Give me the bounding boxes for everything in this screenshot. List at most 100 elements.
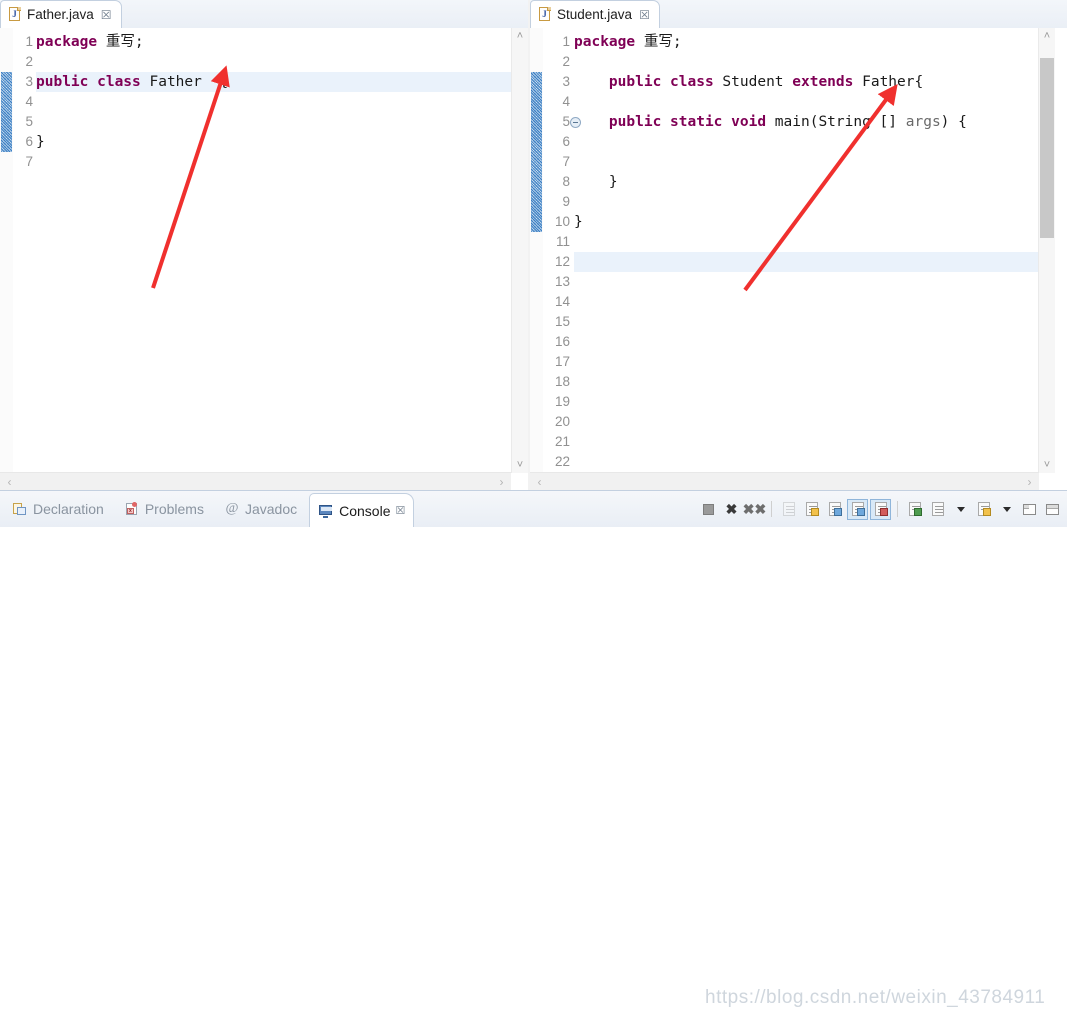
clear-console-button[interactable] bbox=[778, 499, 799, 520]
line-number: 5 bbox=[25, 114, 33, 129]
code-token: ) { bbox=[940, 114, 967, 130]
line-number: 6 bbox=[562, 134, 570, 149]
code-line[interactable]: package 重写; bbox=[574, 32, 1038, 52]
editor-tab-student-java[interactable]: J Student.java ☒ bbox=[530, 0, 660, 28]
code-token: args bbox=[905, 114, 941, 130]
problems-icon: x bbox=[124, 502, 140, 516]
maximize-icon bbox=[1046, 503, 1059, 515]
scroll-right-icon[interactable]: › bbox=[493, 473, 510, 490]
line-number: 4 bbox=[562, 94, 570, 109]
code-token: } bbox=[36, 134, 45, 150]
annotation-ruler-right[interactable] bbox=[530, 28, 544, 490]
code-token: public static void bbox=[608, 114, 767, 130]
code-line[interactable]: public class Student extends Father{ bbox=[574, 72, 1038, 92]
vertical-scrollbar-left[interactable]: ˄ ˅ bbox=[511, 28, 528, 473]
open-console-dropdown[interactable] bbox=[996, 499, 1017, 520]
line-number: 19 bbox=[554, 394, 570, 409]
display-selected-console-button[interactable] bbox=[927, 499, 948, 520]
toolbar-separator bbox=[897, 501, 898, 517]
display-selected-console-dropdown[interactable] bbox=[950, 499, 971, 520]
line-number: 4 bbox=[25, 94, 33, 109]
line-number: 22 bbox=[554, 454, 570, 469]
code-line[interactable]: } bbox=[36, 132, 511, 152]
declaration-icon bbox=[12, 502, 28, 516]
line-number: 2 bbox=[562, 54, 570, 69]
view-tab-declaration[interactable]: Declaration bbox=[4, 494, 112, 524]
annotation-ruler-left[interactable] bbox=[0, 28, 14, 490]
fold-collapse-icon[interactable] bbox=[570, 117, 581, 128]
view-tab-console[interactable]: Console ☒ bbox=[309, 493, 415, 527]
document-pin-icon bbox=[908, 502, 922, 516]
line-number: 15 bbox=[554, 314, 570, 329]
line-number: 2 bbox=[25, 54, 33, 69]
open-console-button[interactable] bbox=[973, 499, 994, 520]
code-line[interactable]: package 重写; bbox=[36, 32, 511, 52]
code-area-left[interactable]: package 重写; public class Father {} bbox=[36, 28, 511, 490]
horizontal-scrollbar-left[interactable]: ‹ › bbox=[0, 472, 511, 490]
code-line[interactable]: } bbox=[574, 212, 1038, 232]
watermark-text: https://blog.csdn.net/weixin_43784911 bbox=[705, 987, 1046, 1008]
editor-tabstrip-right: J Student.java ☒ bbox=[530, 0, 1067, 29]
editor-tab-father-java[interactable]: J Father.java ☒ bbox=[0, 0, 122, 28]
editor-body-right[interactable]: 1 2 3 4 5 6 7 8 9 10 11 12 13 14 15 16 17 18 19 20 21 22 pack… bbox=[530, 28, 1067, 490]
editor-tabstrip-left: J Father.java ☒ bbox=[0, 0, 528, 29]
minimize-button[interactable] bbox=[1019, 499, 1040, 520]
document-error-icon bbox=[874, 502, 888, 516]
close-icon[interactable]: ☒ bbox=[99, 9, 112, 21]
code-line[interactable]: } bbox=[574, 172, 1038, 192]
scroll-up-icon[interactable]: ˄ bbox=[1039, 28, 1055, 44]
view-tab-label: Console bbox=[339, 502, 391, 519]
scroll-left-icon[interactable]: ‹ bbox=[531, 473, 548, 490]
code-token: main(String [] bbox=[766, 114, 906, 130]
line-number: 1 bbox=[562, 34, 570, 49]
view-tab-label: Problems bbox=[144, 501, 204, 517]
line-number-ruler-right: 1 2 3 4 5 6 7 8 9 10 11 12 13 14 15 16 17 18 19 20 21 22 bbox=[543, 28, 570, 490]
scroll-down-icon[interactable]: ˅ bbox=[1039, 457, 1055, 473]
line-number: 7 bbox=[25, 154, 33, 169]
line-number: 5 bbox=[562, 114, 570, 129]
scroll-down-icon[interactable]: ˅ bbox=[512, 457, 528, 473]
remove-all-terminated-button[interactable]: ✖✖ bbox=[743, 499, 766, 520]
document-icon bbox=[782, 502, 795, 516]
scroll-lock-button[interactable] bbox=[801, 499, 822, 520]
code-token: package bbox=[36, 34, 98, 50]
view-tab-javadoc[interactable]: @ Javadoc bbox=[216, 494, 305, 524]
code-line[interactable]: public static void main(String [] args) … bbox=[574, 112, 1038, 132]
code-area-right[interactable]: package 重写; public class Student extends… bbox=[574, 28, 1038, 490]
pin-console-button[interactable] bbox=[904, 499, 925, 520]
annotation-range-marker[interactable] bbox=[531, 72, 542, 232]
show-console-on-error-button[interactable] bbox=[870, 498, 891, 520]
close-icon[interactable]: ☒ bbox=[637, 9, 650, 21]
maximize-button[interactable] bbox=[1042, 499, 1063, 520]
stop-square-icon bbox=[703, 503, 714, 515]
view-tab-label: Declaration bbox=[33, 501, 104, 517]
code-line[interactable]: public class Father { bbox=[36, 72, 511, 92]
scrollbar-thumb[interactable] bbox=[1040, 58, 1054, 238]
remove-launch-button[interactable]: ✖ bbox=[721, 499, 742, 520]
show-console-on-output-button[interactable] bbox=[847, 498, 868, 520]
annotation-range-marker[interactable] bbox=[1, 72, 12, 152]
terminate-button[interactable] bbox=[698, 499, 719, 520]
word-wrap-button[interactable] bbox=[824, 499, 845, 520]
horizontal-scrollbar-right[interactable]: ‹ › bbox=[530, 472, 1039, 490]
line-number: 3 bbox=[562, 74, 570, 89]
close-icon[interactable]: ☒ bbox=[396, 504, 406, 517]
line-number: 11 bbox=[555, 234, 570, 249]
bottom-view-stack: Declaration x Problems @ Javadoc Console ☒ htt… bbox=[0, 490, 1067, 1008]
minimize-icon bbox=[1023, 503, 1036, 515]
line-number: 16 bbox=[554, 334, 570, 349]
scroll-right-icon[interactable]: › bbox=[1021, 473, 1038, 490]
view-tab-problems[interactable]: x Problems bbox=[116, 494, 212, 524]
code-token: public class bbox=[608, 74, 714, 90]
chevron-down-icon bbox=[956, 506, 965, 512]
line-number: 14 bbox=[554, 294, 570, 309]
console-toolbar: ✖ ✖✖ bbox=[698, 495, 1063, 523]
javadoc-icon: @ bbox=[225, 501, 239, 516]
scroll-up-icon[interactable]: ˄ bbox=[512, 28, 528, 44]
workbench: J Father.java ☒ 1 2 3 4 5 6 7 package 重写; publi… bbox=[0, 0, 1067, 490]
vertical-scrollbar-right[interactable]: ˄ ˅ bbox=[1038, 28, 1055, 473]
document-new-icon bbox=[977, 502, 991, 516]
scroll-left-icon[interactable]: ‹ bbox=[1, 473, 18, 490]
editor-body-left[interactable]: 1 2 3 4 5 6 7 package 重写; public class Father {… bbox=[0, 28, 528, 490]
